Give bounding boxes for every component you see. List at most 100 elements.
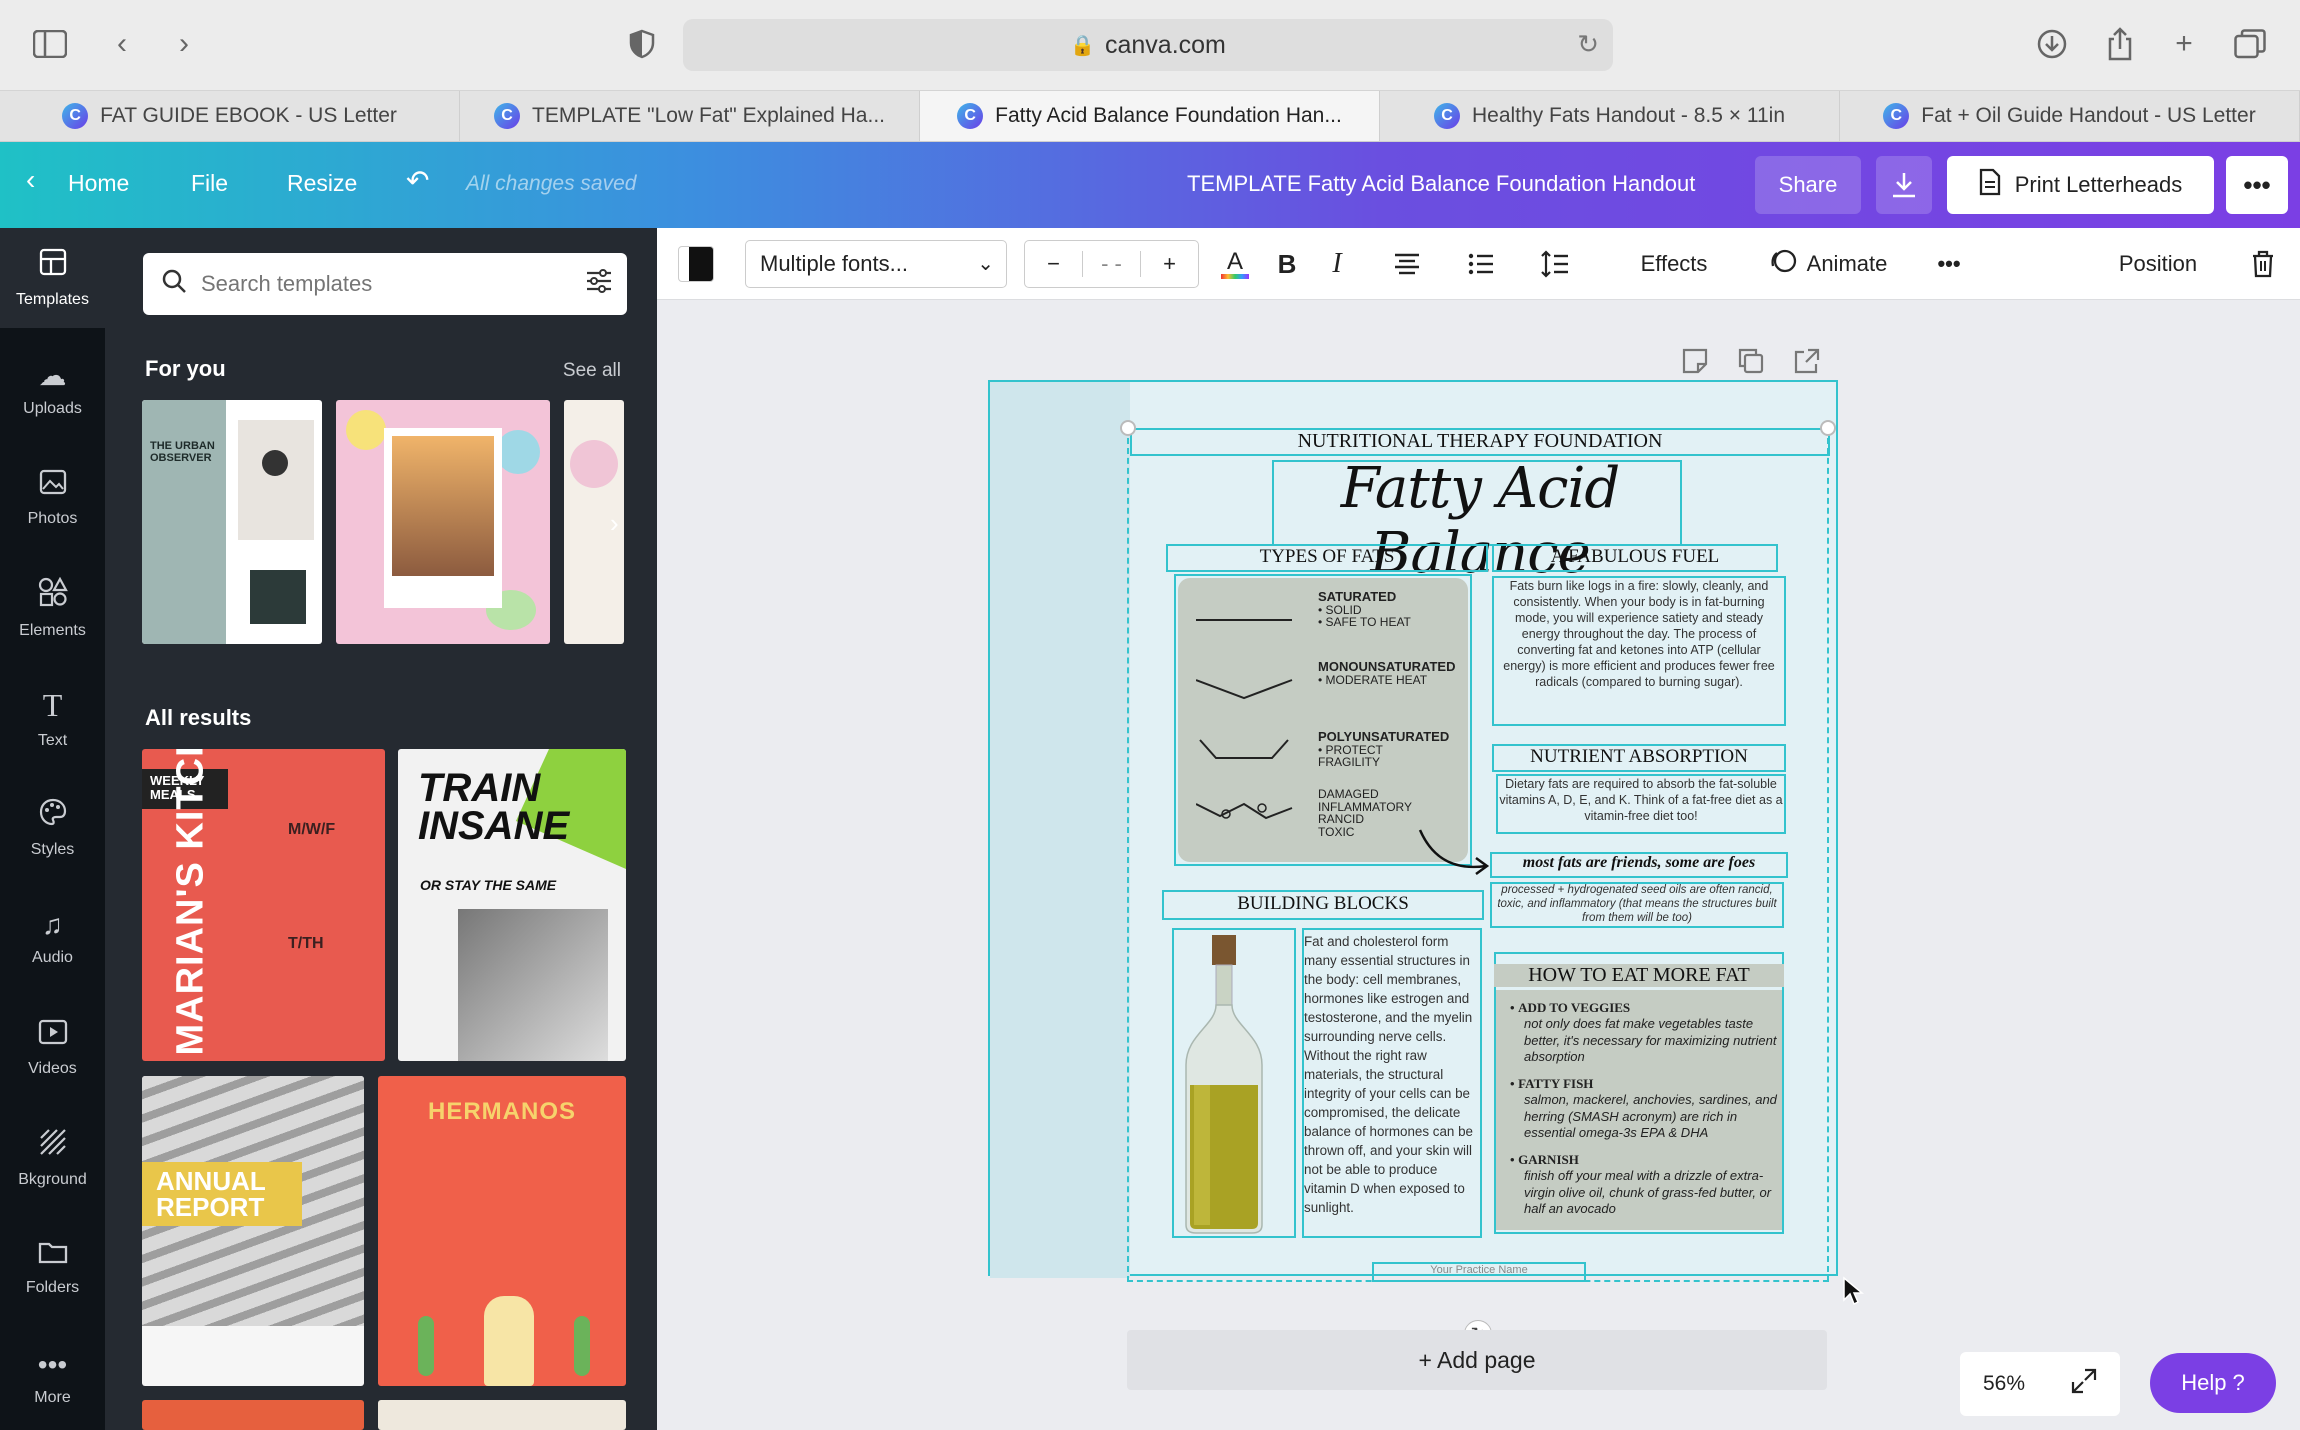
more-options-icon[interactable]: ••• [2226,156,2288,214]
font-size-value[interactable]: - - [1082,251,1141,277]
resize-button[interactable]: Resize [287,170,357,197]
practice-name-footer[interactable]: Your Practice Name [1372,1264,1586,1276]
browser-tab[interactable]: C Healthy Fats Handout - 8.5 × 11in [1380,91,1840,141]
file-menu[interactable]: File [191,170,228,197]
how-to-eat-heading[interactable]: HOW TO EAT MORE FAT [1494,964,1784,987]
browser-tab-active[interactable]: C Fatty Acid Balance Foundation Han... [920,91,1380,141]
letter-a-glyph: A [1226,247,1243,275]
rail-item-audio[interactable]: ♫ Audio [0,888,105,988]
zoom-control[interactable]: 56% [1960,1352,2120,1416]
template-thumb-marians-kitchen[interactable]: WEEKLY MEALS MARIAN'S KITCHEN M/W/F T/TH [142,749,385,1061]
browser-tab[interactable]: C TEMPLATE "Low Fat" Explained Ha... [460,91,920,141]
forward-icon[interactable]: › [162,22,206,66]
rail-item-background[interactable]: Bkground [0,1108,105,1208]
template-thumb-annual-report[interactable]: ANNUAL REPORT [142,1076,364,1386]
template-thumb-partial[interactable] [142,1400,364,1430]
photo-icon [39,469,67,502]
bullet-list-icon[interactable] [1459,242,1503,286]
downloads-icon[interactable] [2030,22,2074,66]
add-page-button[interactable]: + Add page [1127,1330,1827,1390]
search-bar[interactable] [143,253,627,315]
processed-oils-text[interactable]: processed + hydrogenated seed oils are o… [1494,884,1780,925]
italic-icon[interactable]: I [1317,242,1357,286]
next-arrow-icon[interactable]: › [610,508,619,539]
template-thumb-urban-observer[interactable]: THE URBAN OBSERVER [142,400,322,644]
font-size-stepper[interactable]: − - - + [1024,240,1199,288]
nutrient-absorption-text[interactable]: Dietary fats are required to absorb the … [1498,776,1784,824]
back-icon[interactable]: ‹ [100,22,144,66]
duplicate-page-icon[interactable] [1738,348,1764,380]
rail-item-elements[interactable]: Elements [0,558,105,658]
text-color-icon[interactable]: A [1215,242,1255,286]
template-thumb-candy[interactable] [336,400,550,644]
help-button[interactable]: Help ? [2150,1353,2276,1413]
document-title[interactable]: TEMPLATE Fatty Acid Balance Foundation H… [1187,171,1695,197]
fabulous-fuel-heading[interactable]: A FABULOUS FUEL [1492,546,1778,568]
template-thumb-partial[interactable] [378,1400,626,1430]
template-thumb-train-insane[interactable]: TRAIN INSANE OR STAY THE SAME [398,749,626,1061]
notes-icon[interactable] [1682,348,1708,380]
search-input[interactable] [201,271,561,297]
browser-tab[interactable]: C Fat + Oil Guide Handout - US Letter [1840,91,2300,141]
nutrient-absorption-heading[interactable]: NUTRIENT ABSORPTION [1492,746,1786,768]
shield-icon[interactable] [620,22,664,66]
for-you-heading: For you [145,356,226,381]
align-center-icon[interactable] [1385,242,1429,286]
effects-button[interactable]: Effects [1619,242,1729,286]
undo-icon[interactable]: ↶ [406,164,429,197]
trash-icon[interactable] [2241,242,2285,286]
thumb-block [250,570,306,624]
reload-icon[interactable]: ↻ [1577,29,1599,60]
rail-item-uploads[interactable]: ☁ Uploads [0,338,105,438]
sidebar-toggle-icon[interactable] [28,22,72,66]
rail-item-more[interactable]: ••• More [0,1328,105,1428]
types-of-fats-heading[interactable]: TYPES OF FATS [1166,546,1488,568]
animate-button[interactable]: Animate [1753,242,1903,286]
position-button[interactable]: Position [2103,242,2213,286]
thumb-title: THE URBAN OBSERVER [150,440,215,465]
fullscreen-icon[interactable] [2071,1368,2097,1400]
org-name[interactable]: NUTRITIONAL THERAPY FOUNDATION [1130,430,1830,453]
font-selector[interactable]: Multiple fonts... ⌄ [745,240,1007,288]
how-item[interactable]: • GARNISH finish off your meal with a dri… [1510,1152,1780,1217]
how-item[interactable]: • FATTY FISH salmon, mackerel, anchovies,… [1510,1076,1780,1141]
chevron-down-icon: ⌄ [977,253,994,275]
address-bar[interactable]: 🔒 canva.com ↻ [683,19,1613,71]
building-blocks-text[interactable]: Fat and cholesterol form many essential … [1304,932,1480,1217]
bold-icon[interactable]: B [1267,242,1307,286]
rail-item-templates[interactable]: Templates [0,228,105,328]
how-item[interactable]: • ADD TO VEGGIES not only does fat make v… [1510,1000,1780,1065]
more-options-icon[interactable]: ••• [1927,242,1971,286]
tab-overview-icon[interactable] [2228,22,2272,66]
filter-icon[interactable] [585,267,613,302]
back-chevron-icon[interactable]: ‹ [26,164,35,196]
thumb-title: MARIAN'S KITCHEN [169,749,212,1056]
decrease-size-button[interactable]: − [1025,251,1082,277]
building-blocks-heading[interactable]: BUILDING BLOCKS [1162,893,1484,915]
new-tab-icon[interactable]: + [2162,22,2206,66]
rail-item-photos[interactable]: Photos [0,448,105,548]
add-page-icon[interactable] [1794,348,1820,380]
share-button[interactable]: Share [1755,156,1861,214]
home-button[interactable]: Home [68,170,129,197]
see-all-link[interactable]: See all [563,360,621,382]
text-color-swatch-icon[interactable] [675,242,717,286]
fabulous-fuel-text[interactable]: Fats burn like logs in a fire: slowly, c… [1496,578,1782,690]
text-icon: T [42,686,63,723]
friends-foes-line[interactable]: most fats are friends, some are foes [1490,854,1788,872]
editor-header: ‹ Home File Resize ↶ All changes saved T… [0,142,2300,228]
olive-oil-bottle-image[interactable] [1180,935,1268,1235]
rail-item-folders[interactable]: Folders [0,1218,105,1318]
increase-size-button[interactable]: + [1141,251,1198,277]
rail-item-styles[interactable]: Styles [0,778,105,878]
download-icon[interactable] [1876,156,1932,214]
animate-icon [1769,247,1797,281]
rail-item-text[interactable]: T Text [0,668,105,768]
rail-item-videos[interactable]: Videos [0,998,105,1098]
share-icon[interactable] [2098,22,2142,66]
zoom-level[interactable]: 56% [1983,1372,2025,1396]
browser-tab[interactable]: C FAT GUIDE EBOOK - US Letter [0,91,460,141]
template-thumb-hermanos[interactable]: HERMANOS [378,1076,626,1386]
print-letterheads-button[interactable]: Print Letterheads [1947,156,2214,214]
line-spacing-icon[interactable] [1533,242,1577,286]
